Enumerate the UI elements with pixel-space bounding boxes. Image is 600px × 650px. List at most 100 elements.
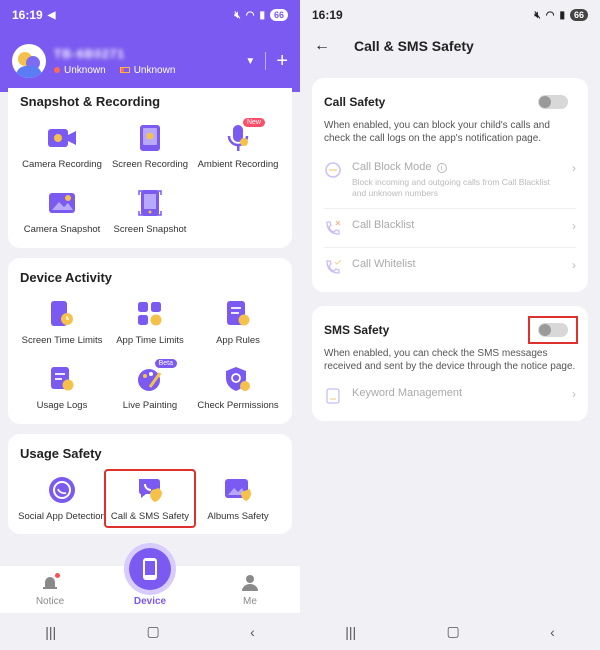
chevron-right-icon: › <box>572 387 576 402</box>
camera-snapshot-tile[interactable]: Camera Snapshot <box>18 184 106 239</box>
back-icon[interactable]: ‹ <box>250 624 255 640</box>
camera-recording-icon <box>47 123 77 153</box>
nav-notice[interactable]: Notice <box>10 573 90 607</box>
battery-status: Unknown <box>119 65 175 76</box>
call-whitelist-icon <box>324 258 342 276</box>
info-icon[interactable]: i <box>436 163 447 173</box>
bottom-navigation: Notice Device Me <box>0 548 300 613</box>
call-sms-safety-tile[interactable]: Call & SMS Safety <box>104 468 196 528</box>
battery-indicator: 66 <box>569 9 588 21</box>
avatar[interactable] <box>12 44 46 78</box>
section-snapshot-recording: Snapshot & Recording Camera Recording Sc… <box>8 88 292 248</box>
screen-recording-icon <box>135 123 165 153</box>
android-nav-bar: ||| ▢ ‹ <box>300 613 600 650</box>
battery-indicator: 66 <box>269 9 288 21</box>
app-rules-tile[interactable]: App Rules <box>194 295 282 350</box>
chevron-right-icon: › <box>572 258 576 273</box>
status-bar: 16:19 ◀ 🔇︎ ◠ ▮ 66 <box>0 0 300 30</box>
wifi-icon: ◠ <box>545 9 555 21</box>
call-safety-title: Call Safety <box>324 95 386 109</box>
device-header: TB-6B0271 Unknown Unknown ▼ + <box>0 30 300 92</box>
bell-icon <box>41 573 60 592</box>
notification-dot <box>55 573 60 578</box>
page-header: ← Call & SMS Safety <box>300 30 600 62</box>
screen-snapshot-tile[interactable]: Screen Snapshot <box>106 184 194 239</box>
device-switch-dropdown-icon[interactable]: ▼ <box>245 56 255 67</box>
call-block-icon <box>324 161 342 179</box>
call-safety-toggle[interactable] <box>538 95 568 109</box>
check-permissions-icon <box>223 364 253 394</box>
device-name: TB-6B0271 <box>54 46 126 61</box>
live-painting-icon: Beta <box>135 359 177 394</box>
app-time-icon <box>135 299 165 329</box>
android-nav-bar: ||| ▢ ‹ <box>0 613 300 650</box>
usage-logs-tile[interactable]: Usage Logs <box>18 360 106 415</box>
status-time: 16:19 <box>312 8 343 22</box>
section-title: Usage Safety <box>20 445 102 461</box>
sms-safety-toggle[interactable] <box>538 323 568 338</box>
back-arrow-icon[interactable]: ← <box>314 37 340 55</box>
social-app-icon <box>47 475 77 505</box>
phone-icon <box>143 558 157 580</box>
call-sms-icon <box>135 475 165 505</box>
camera-recording-tile[interactable]: Camera Recording <box>18 119 106 174</box>
person-icon <box>241 574 259 592</box>
page-title: Call & SMS Safety <box>354 38 474 54</box>
call-safety-card: Call Safety When enabled, you can block … <box>312 78 588 293</box>
right-screen: 16:19 🔇︎ ◠ ▮ 66 ← Call & SMS Safety Call… <box>300 0 600 650</box>
call-blacklist-option[interactable]: Call Blacklist › <box>324 209 576 249</box>
recent-apps-icon[interactable]: ||| <box>45 624 56 640</box>
albums-icon <box>223 475 253 505</box>
check-permissions-tile[interactable]: Check Permissions <box>194 360 282 415</box>
section-usage-safety: Usage Safety Social App Detection Call &… <box>8 433 292 534</box>
back-icon[interactable]: ‹ <box>550 624 555 640</box>
keyword-icon <box>324 387 342 405</box>
chevron-right-icon: › <box>572 219 576 234</box>
status-time: 16:19 <box>12 8 43 22</box>
new-badge: New <box>242 118 265 127</box>
status-bar: 16:19 🔇︎ ◠ ▮ 66 <box>300 0 600 30</box>
microphone-icon: New <box>223 118 265 153</box>
beta-badge: Beta <box>154 359 177 369</box>
app-time-limits-tile[interactable]: App Time Limits <box>106 295 194 350</box>
section-title: Snapshot & Recording <box>20 94 161 109</box>
signal-icon: ▮ <box>259 9 265 21</box>
call-whitelist-option[interactable]: Call Whitelist › <box>324 248 576 286</box>
battery-icon <box>119 66 130 73</box>
screen-time-icon <box>47 299 77 329</box>
recent-apps-icon[interactable]: ||| <box>345 624 356 640</box>
sms-safety-description: When enabled, you can check the SMS mess… <box>324 348 576 372</box>
nav-device[interactable]: Device <box>110 548 190 607</box>
nav-me[interactable]: Me <box>210 574 290 607</box>
app-rules-icon <box>223 299 253 329</box>
call-blacklist-icon <box>324 219 342 237</box>
left-screen: 16:19 ◀ 🔇︎ ◠ ▮ 66 TB-6B0271 Unknown Unkn… <box>0 0 300 650</box>
live-painting-tile[interactable]: Beta Live Painting <box>106 359 194 415</box>
section-title: Device Activity <box>20 269 113 285</box>
keyword-management-option[interactable]: Keyword Management › <box>324 377 576 415</box>
screen-recording-tile[interactable]: Screen Recording <box>106 119 194 174</box>
wifi-icon: ◠ <box>245 9 255 21</box>
mute-icon: 🔇︎ <box>234 9 241 21</box>
add-device-button[interactable]: + <box>276 51 288 71</box>
section-device-activity: Device Activity Screen Time Limits App T… <box>8 257 292 424</box>
navigation-arrow-icon: ◀ <box>47 9 56 21</box>
screen-snapshot-icon <box>135 188 165 218</box>
ambient-recording-tile[interactable]: New Ambient Recording <box>194 118 282 174</box>
status-dot-icon <box>54 66 60 73</box>
home-icon[interactable]: ▢ <box>447 623 460 640</box>
call-safety-description: When enabled, you can block your child's… <box>324 120 550 144</box>
home-icon[interactable]: ▢ <box>147 623 160 640</box>
sms-safety-card: SMS Safety When enabled, you can check t… <box>312 306 588 422</box>
screen-time-limits-tile[interactable]: Screen Time Limits <box>18 295 106 350</box>
camera-snapshot-icon <box>47 188 77 218</box>
sms-safety-title: SMS Safety <box>324 323 390 338</box>
call-block-mode-option[interactable]: Call Block Mode i Block incoming and out… <box>324 151 576 210</box>
feature-list[interactable]: Snapshot & Recording Camera Recording Sc… <box>0 88 300 565</box>
social-app-detection-tile[interactable]: Social App Detection <box>18 471 106 526</box>
signal-icon: ▮ <box>559 9 565 21</box>
device-fab-button[interactable] <box>129 548 171 590</box>
mute-icon: 🔇︎ <box>534 9 541 21</box>
device-status: Unknown <box>54 65 106 76</box>
albums-safety-tile[interactable]: Albums Safety <box>194 471 282 526</box>
